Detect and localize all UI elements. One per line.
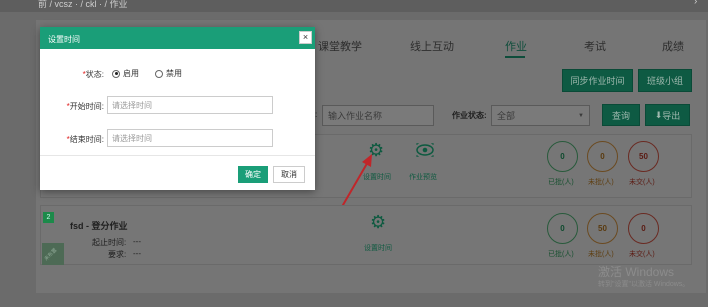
dialog-title: 设置时间: [40, 27, 315, 49]
homework-title[interactable]: fsd - 登分作业: [70, 219, 128, 232]
ungraded-label-2: 未批(人): [588, 251, 614, 258]
start-time-label: *开始时间:: [66, 102, 104, 111]
tab-classroom[interactable]: 课堂教学: [318, 38, 362, 54]
confirm-button[interactable]: 确定: [238, 166, 268, 183]
radio-checked-icon: [112, 69, 120, 78]
status-select[interactable]: 全部 ▼: [491, 105, 590, 126]
tab-online[interactable]: 线上互动: [410, 38, 454, 54]
settime-gear-icon-2[interactable]: ⚙: [370, 212, 386, 233]
preview-label[interactable]: 作业预览: [409, 172, 437, 182]
status-filter-label: 作业状态:: [452, 111, 487, 120]
cancel-button[interactable]: 取消: [273, 166, 305, 183]
deadline-value: ---: [133, 237, 141, 246]
start-time-input[interactable]: 请选择时间: [107, 96, 273, 114]
homework-index-badge: 2: [43, 212, 54, 223]
name-filter-prefix: :: [315, 110, 318, 119]
graded-label: 已批(人): [548, 179, 574, 186]
set-time-dialog: 设置时间 × *状态: 启用 禁用 *开始时间: 请选择时间 *结束时间: 请选…: [40, 27, 315, 190]
tab-active-underline: [505, 56, 525, 58]
tab-homework[interactable]: 作业: [505, 38, 527, 54]
close-icon[interactable]: ×: [299, 31, 312, 44]
status-label: *状态:: [82, 70, 104, 79]
caret-down-icon: ▼: [578, 112, 584, 119]
windows-watermark-title: 激活 Windows: [598, 265, 675, 279]
breadcrumb-arrow-icon[interactable]: ›: [694, 0, 697, 7]
radio-unchecked-icon: [155, 69, 163, 78]
unsubmitted-label: 未交(人): [629, 179, 655, 186]
homework-name-input[interactable]: 输入作业名称: [322, 105, 434, 126]
class-group-button[interactable]: 班级小组: [638, 69, 692, 92]
graded-label-2: 已批(人): [548, 251, 574, 258]
unsubmitted-count-circle-2: 0: [628, 213, 659, 244]
unsubmitted-count-circle: 50: [628, 141, 659, 172]
eye-icon[interactable]: [416, 142, 434, 158]
windows-watermark-subtitle: 转到"设置"以激活 Windows。: [598, 281, 690, 288]
tab-exam[interactable]: 考试: [584, 38, 606, 54]
ungraded-label: 未批(人): [588, 179, 614, 186]
dialog-divider: [40, 155, 315, 156]
sync-time-button[interactable]: 同步作业时间: [562, 69, 633, 92]
download-icon: ⬇: [654, 109, 663, 120]
tab-grades[interactable]: 成绩: [662, 38, 684, 54]
end-time-label: *结束时间:: [66, 135, 104, 144]
ungraded-count-circle-2: 50: [587, 213, 618, 244]
deadline-label: 起止时间:: [92, 238, 127, 247]
status-select-value: 全部: [497, 111, 516, 121]
settime-label-2[interactable]: 设置时间: [364, 243, 392, 253]
unpublished-corner: 未布置: [42, 243, 64, 265]
enable-radio[interactable]: 启用: [112, 68, 139, 79]
export-button[interactable]: ⬇ 导出: [645, 104, 690, 126]
disable-radio[interactable]: 禁用: [155, 68, 182, 79]
graded-count-circle: 0: [547, 141, 578, 172]
end-time-input[interactable]: 请选择时间: [107, 129, 273, 147]
requirement-value: ---: [133, 249, 141, 258]
unsubmitted-label-2: 未交(人): [629, 251, 655, 258]
breadcrumb: 前 / vcsz · / ckl · / 作业: [38, 0, 128, 9]
graded-count-circle-2: 0: [547, 213, 578, 244]
ungraded-count-circle: 0: [587, 141, 618, 172]
requirement-label: 要求:: [108, 250, 127, 259]
query-button[interactable]: 查询: [602, 104, 640, 126]
